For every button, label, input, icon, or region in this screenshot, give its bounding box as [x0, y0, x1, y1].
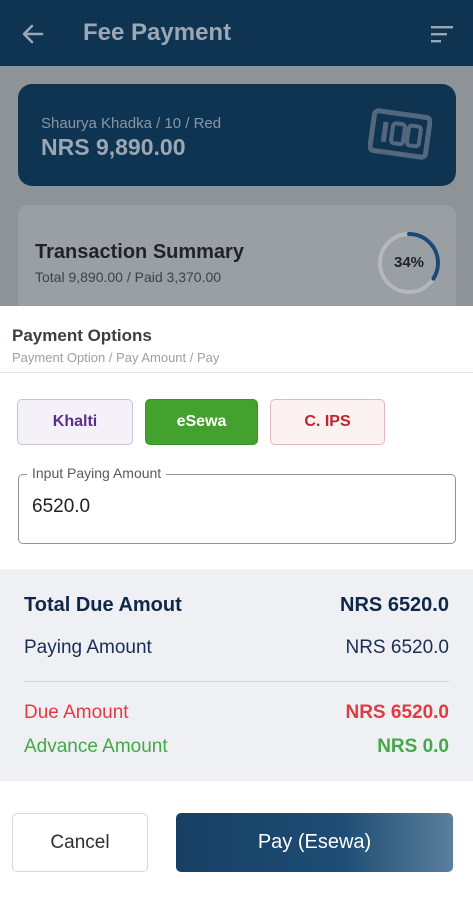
advance-amount-value: NRS 0.0 — [377, 736, 449, 757]
amount-summary: Total Due Amout NRS 6520.0 Paying Amount… — [0, 569, 473, 781]
app-bar: Fee Payment — [0, 0, 473, 66]
paying-amount-field: Input Paying Amount — [18, 465, 456, 544]
advance-amount-row: Advance Amount NRS 0.0 — [24, 736, 449, 758]
sheet-title: Payment Options — [12, 326, 152, 345]
total-due-label: Total Due Amout — [24, 594, 182, 616]
transaction-summary-card: Transaction Summary Total 9,890.00 / Pai… — [18, 205, 456, 315]
progress-percent: 34% — [393, 254, 425, 271]
option-esewa-button[interactable]: eSewa — [145, 399, 258, 445]
sheet-header: Payment Options Payment Option / Pay Amo… — [12, 326, 219, 365]
paying-amount-row: Paying Amount NRS 6520.0 — [24, 637, 449, 659]
breadcrumb: Payment Option / Pay Amount / Pay — [12, 350, 220, 365]
divider — [0, 372, 473, 373]
paying-amount-label: Input Paying Amount — [27, 465, 167, 481]
student-info: Shaurya Khadka / 10 / Red — [41, 115, 222, 132]
option-cips-button[interactable]: C. IPS — [270, 399, 385, 445]
summary-divider — [24, 681, 449, 682]
pay-esewa-button[interactable]: Pay (Esewa) — [176, 813, 453, 872]
page-title: Fee Payment — [83, 19, 232, 46]
due-amount-value: NRS 6520.0 — [345, 702, 449, 723]
back-arrow-icon[interactable] — [20, 21, 46, 47]
option-khalti-button[interactable]: Khalti — [17, 399, 133, 445]
transaction-summary-title: Transaction Summary — [35, 241, 244, 263]
paying-amount-summary-value: NRS 6520.0 — [345, 637, 449, 658]
id-badge-icon — [368, 108, 432, 160]
cancel-button[interactable]: Cancel — [12, 813, 148, 872]
advance-amount-label: Advance Amount — [24, 736, 168, 757]
total-fee-amount: NRS 9,890.00 — [41, 134, 186, 160]
total-due-row: Total Due Amout NRS 6520.0 — [24, 594, 449, 617]
paying-amount-input[interactable] — [32, 496, 432, 518]
total-due-value: NRS 6520.0 — [340, 594, 449, 616]
transaction-summary-detail: Total 9,890.00 / Paid 3,370.00 — [35, 269, 222, 285]
due-amount-row: Due Amount NRS 6520.0 — [24, 702, 449, 724]
student-fee-card: Shaurya Khadka / 10 / Red NRS 9,890.00 — [18, 84, 456, 186]
due-amount-label: Due Amount — [24, 702, 129, 723]
sort-menu-icon[interactable] — [431, 24, 455, 44]
payment-options-sheet: Payment Options Payment Option / Pay Amo… — [0, 306, 473, 900]
paying-amount-summary-label: Paying Amount — [24, 637, 152, 658]
